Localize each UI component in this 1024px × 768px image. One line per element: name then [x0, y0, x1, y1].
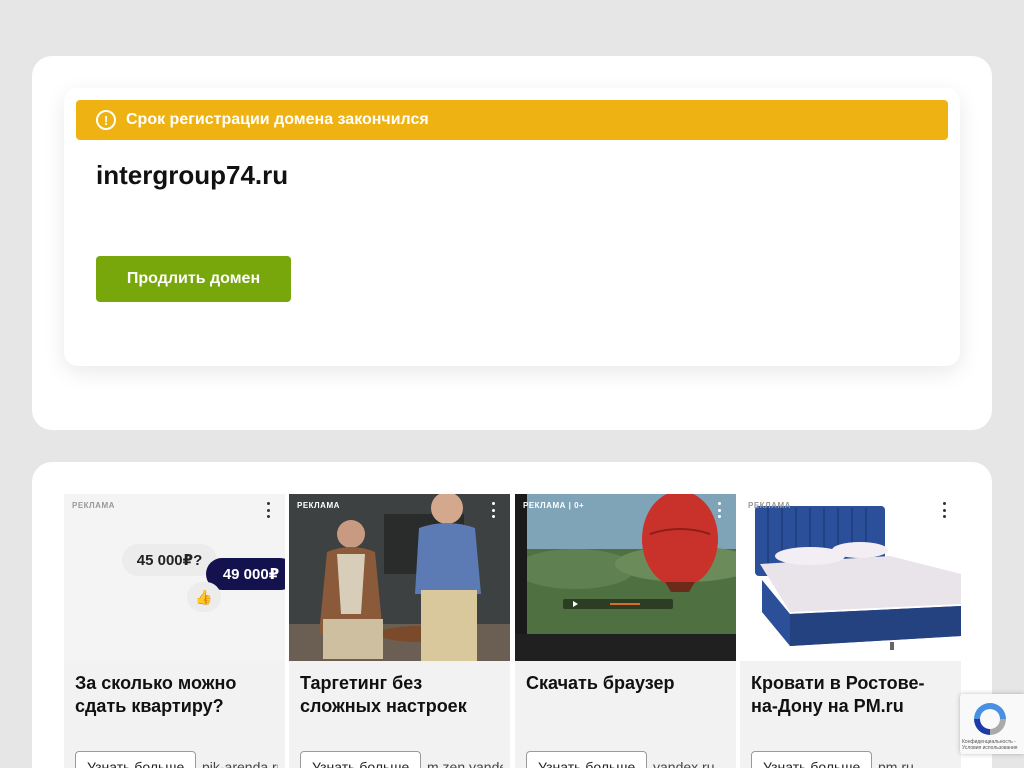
- more-options-icon[interactable]: [941, 502, 947, 518]
- thumbs-up-icon: 👍: [187, 582, 221, 612]
- ads-panel: РЕКЛАМА 45 000₽? 49 000₽ 👍 За сколько мо…: [32, 462, 992, 768]
- more-options-icon[interactable]: [490, 502, 496, 518]
- ad-card[interactable]: РЕКЛАМА Таргетинг без сложных настроек У…: [289, 494, 510, 768]
- more-options-icon[interactable]: [265, 502, 271, 518]
- price-bubble: 49 000₽: [206, 558, 285, 590]
- ad-card[interactable]: РЕКЛАМА Кровати в Ростове-на-Дону на PM.…: [740, 494, 961, 768]
- ad-image[interactable]: РЕКЛАМА: [740, 494, 961, 661]
- ad-domain[interactable]: m.zen.yandex.ru: [427, 759, 503, 768]
- ad-title[interactable]: Скачать браузер: [526, 672, 726, 695]
- ad-label: РЕКЛАМА | 0+: [523, 501, 585, 510]
- ad-label: РЕКЛАМА: [748, 501, 791, 510]
- learn-more-button[interactable]: Узнать больше: [751, 751, 873, 768]
- recaptcha-text[interactable]: Конфиденциальность - Условия использован…: [962, 739, 1022, 751]
- ad-image[interactable]: РЕКЛАМА: [289, 494, 510, 661]
- balloon-laptop-photo: [515, 494, 736, 661]
- expired-alert: ! Срок регистрации домена закончился: [76, 100, 948, 140]
- ad-card[interactable]: РЕКЛАМА | 0+ Скачать браузер Узнать боль…: [515, 494, 736, 768]
- domain-name: intergroup74.ru: [96, 160, 289, 190]
- ad-domain[interactable]: pm.ru: [878, 759, 954, 768]
- ad-title[interactable]: Кровати в Ростове-на-Дону на PM.ru: [751, 672, 951, 718]
- renew-domain-button[interactable]: Продлить домен: [96, 256, 291, 302]
- exclamation-circle-icon: !: [96, 110, 116, 130]
- recaptcha-logo-icon: [974, 703, 1006, 735]
- ad-label: РЕКЛАМА: [297, 501, 340, 510]
- ad-domain[interactable]: yandex.ru: [653, 759, 729, 768]
- learn-more-button[interactable]: Узнать больше: [75, 751, 197, 768]
- ad-card[interactable]: РЕКЛАМА 45 000₽? 49 000₽ 👍 За сколько мо…: [64, 494, 285, 768]
- ad-domain[interactable]: pik-arenda.ru: [202, 759, 278, 768]
- recaptcha-badge[interactable]: Конфиденциальность - Условия использован…: [960, 694, 1024, 754]
- domain-panel: ! Срок регистрации домена закончился int…: [32, 56, 992, 430]
- learn-more-button[interactable]: Узнать больше: [300, 751, 422, 768]
- more-options-icon[interactable]: [716, 502, 722, 518]
- ad-title[interactable]: Таргетинг без сложных настроек: [300, 672, 500, 718]
- two-men-photo: [289, 494, 510, 661]
- ad-image[interactable]: РЕКЛАМА | 0+: [515, 494, 736, 661]
- learn-more-button[interactable]: Узнать больше: [526, 751, 648, 768]
- price-bubble: 45 000₽?: [122, 544, 217, 576]
- ad-image[interactable]: РЕКЛАМА 45 000₽? 49 000₽ 👍: [64, 494, 285, 661]
- ad-label: РЕКЛАМА: [72, 501, 115, 510]
- blue-bed-photo: [740, 494, 961, 661]
- ad-title[interactable]: За сколько можно сдать квартиру?: [75, 672, 275, 718]
- alert-text: Срок регистрации домена закончился: [126, 111, 429, 128]
- domain-card: ! Срок регистрации домена закончился int…: [64, 88, 960, 366]
